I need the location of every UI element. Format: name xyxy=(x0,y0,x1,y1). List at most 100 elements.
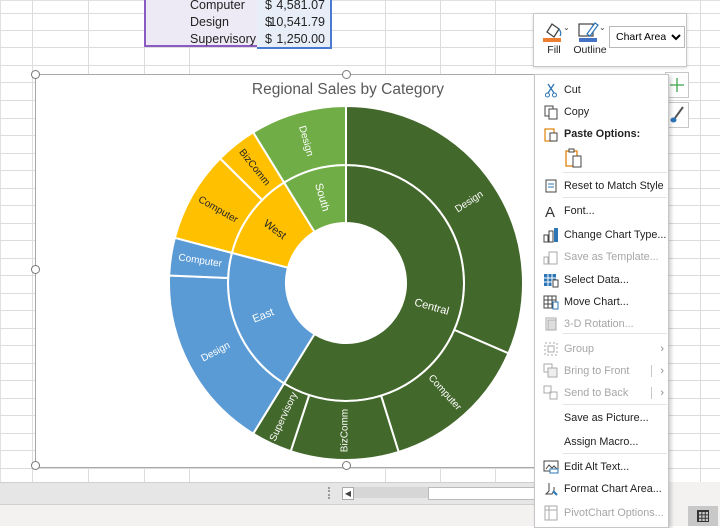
menu-separator xyxy=(563,453,667,454)
menu-item-format-chart-area[interactable]: Format Chart Area... xyxy=(535,478,668,500)
resize-handle-left[interactable] xyxy=(31,265,40,274)
format-mini-toolbar: ⌄ Fill ⌄ Outline Chart Area xyxy=(533,13,687,67)
menu-separator xyxy=(563,333,667,334)
grid-line xyxy=(700,0,701,482)
menu-item-label: Select Data... xyxy=(564,274,629,286)
resize-handle-top-left[interactable] xyxy=(31,70,40,79)
cell-category[interactable]: Computer xyxy=(190,0,245,14)
menu-item-label: 3-D Rotation... xyxy=(564,318,634,330)
move-chart-icon xyxy=(543,294,559,310)
chart-element-dropdown[interactable]: Chart Area xyxy=(609,26,685,48)
outline-label: Outline xyxy=(573,44,607,56)
amount: 4,581.07 xyxy=(276,0,325,12)
cell-value[interactable]: $4,581.07 xyxy=(262,0,328,14)
select-data-icon xyxy=(543,272,559,288)
submenu-chevron-icon: › xyxy=(660,365,664,377)
paste-icon xyxy=(543,126,559,142)
format-icon xyxy=(543,481,559,497)
cell-value[interactable]: $1,250.00 xyxy=(262,31,328,48)
menu-item-label: Save as Template... xyxy=(564,251,659,263)
reset-style-icon xyxy=(543,178,559,194)
rotation-icon xyxy=(543,316,559,332)
cell-value[interactable]: $10,541.79 xyxy=(262,14,328,31)
paintbrush-icon xyxy=(670,106,684,123)
menu-item-label: Send to Back xyxy=(564,387,629,399)
fill-color-swatch xyxy=(543,38,561,42)
menu-item-send-to-back[interactable]: Send to Back › xyxy=(535,382,668,404)
svg-text:A: A xyxy=(545,204,555,219)
template-icon xyxy=(543,249,559,265)
fill-label: Fill xyxy=(547,44,561,56)
cell-category[interactable]: Design xyxy=(190,14,229,31)
submenu-chevron-icon: › xyxy=(660,387,664,399)
menu-item-edit-alt-text[interactable]: Edit Alt Text... xyxy=(535,456,668,478)
paste-keep-formatting-button[interactable] xyxy=(564,148,584,168)
divider xyxy=(651,365,652,377)
outline-button[interactable]: ⌄ Outline xyxy=(572,18,608,62)
menu-item-label: Cut xyxy=(564,84,581,96)
menu-item-save-as-template[interactable]: Save as Template... xyxy=(535,246,668,268)
menu-separator xyxy=(563,197,667,198)
fill-button[interactable]: ⌄ Fill xyxy=(538,18,570,62)
svg-text:⌄: ⌄ xyxy=(599,23,606,32)
menu-separator xyxy=(563,404,667,405)
send-back-icon xyxy=(543,385,559,401)
paste-icon xyxy=(565,148,582,168)
cell-category[interactable]: Supervisory xyxy=(190,31,256,48)
menu-item-label: Move Chart... xyxy=(564,296,629,308)
bring-front-icon xyxy=(543,363,559,379)
scroll-left-button[interactable]: ◀ xyxy=(342,487,354,500)
menu-item-label: Paste Options: xyxy=(564,128,641,140)
normal-view-button[interactable] xyxy=(688,506,718,526)
resize-handle-bottom-left[interactable] xyxy=(31,461,40,470)
pen-outline-icon: ⌄ xyxy=(572,18,608,44)
menu-item-select-data[interactable]: Select Data... xyxy=(535,269,668,291)
menu-item-label: Group xyxy=(564,343,595,355)
sheet-tab-bar: ◀ xyxy=(0,482,536,505)
amount: 10,541.79 xyxy=(269,15,325,29)
amount: 1,250.00 xyxy=(276,32,325,46)
menu-separator xyxy=(563,172,667,173)
menu-item-font[interactable]: A Font... xyxy=(535,200,668,222)
menu-item-group[interactable]: Group › xyxy=(535,338,668,360)
menu-item-pivotchart-options[interactable]: PivotChart Options... xyxy=(535,502,668,524)
font-icon: A xyxy=(543,203,559,221)
menu-item-label: Bring to Front xyxy=(564,365,630,377)
menu-item-reset-to-match-style[interactable]: Reset to Match Style xyxy=(535,175,668,197)
menu-item-cut[interactable]: Cut xyxy=(535,79,668,101)
splitter-handle[interactable] xyxy=(328,487,332,499)
menu-item-label: Format Chart Area... xyxy=(564,483,662,495)
submenu-chevron-icon: › xyxy=(660,343,664,355)
menu-item-label: Change Chart Type... xyxy=(564,229,667,241)
chart-type-icon xyxy=(543,227,559,243)
resize-handle-bottom[interactable] xyxy=(342,461,351,470)
menu-item-3-d-rotation[interactable]: 3-D Rotation... xyxy=(535,313,668,335)
menu-item-bring-to-front[interactable]: Bring to Front › xyxy=(535,360,668,382)
scissors-icon xyxy=(543,82,559,98)
context-menu: Cut Copy Paste Options: Reset to Match Styl… xyxy=(534,74,669,528)
segment-label: BizComm xyxy=(339,409,350,452)
menu-item-label: PivotChart Options... xyxy=(564,507,664,519)
menu-item-change-chart-type[interactable]: Change Chart Type... xyxy=(535,224,668,246)
menu-item-label: Font... xyxy=(564,205,595,217)
alt-text-icon xyxy=(543,459,559,475)
menu-item-label: Save as Picture... xyxy=(564,412,649,424)
grid-view-icon xyxy=(697,510,709,522)
copy-icon xyxy=(543,104,559,120)
menu-item-label: Copy xyxy=(564,106,590,118)
currency-symbol: $ xyxy=(265,32,272,46)
menu-item-label: Edit Alt Text... xyxy=(564,461,630,473)
currency-symbol: $ xyxy=(265,0,272,12)
group-icon xyxy=(543,341,559,357)
menu-item-assign-macro[interactable]: Assign Macro... xyxy=(535,431,668,453)
paint-bucket-icon: ⌄ xyxy=(538,18,570,44)
menu-item-paste-options: Paste Options: xyxy=(535,123,668,145)
resize-handle-top[interactable] xyxy=(342,70,351,79)
scroll-thumb[interactable] xyxy=(428,487,536,500)
menu-item-move-chart[interactable]: Move Chart... xyxy=(535,291,668,313)
scroll-track[interactable] xyxy=(354,487,428,498)
menu-item-label: Reset to Match Style xyxy=(564,180,664,192)
menu-item-copy[interactable]: Copy xyxy=(535,101,668,123)
divider xyxy=(651,387,652,399)
menu-item-save-as-picture[interactable]: Save as Picture... xyxy=(535,407,668,429)
